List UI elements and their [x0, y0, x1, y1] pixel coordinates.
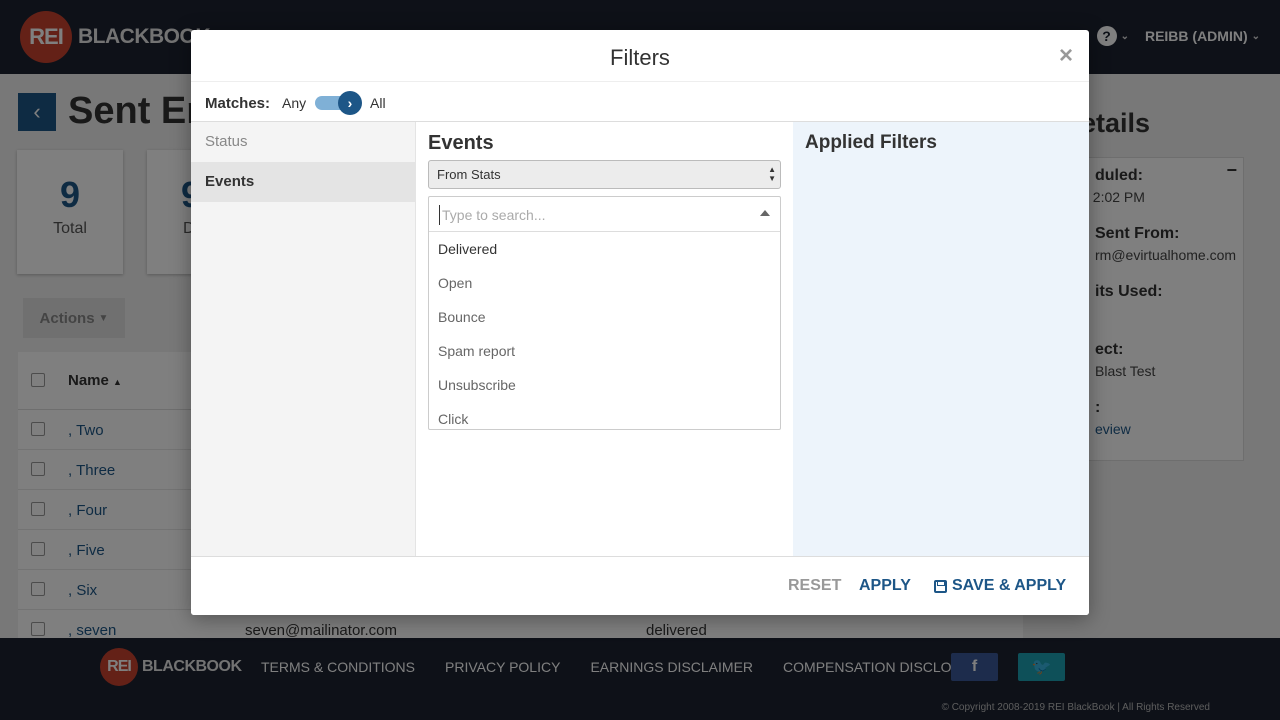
floppy-disk-icon	[934, 579, 947, 593]
select-value: From Stats	[437, 167, 501, 182]
close-icon[interactable]: ×	[1059, 42, 1073, 70]
combobox-search	[429, 197, 780, 232]
chevron-right-icon[interactable]: ›	[338, 91, 362, 115]
events-panel: Events From Stats ▲▼ Delivered Open Boun…	[416, 122, 793, 556]
apply-button[interactable]: APPLY	[859, 577, 911, 595]
option-bounce[interactable]: Bounce	[429, 300, 780, 334]
save-and-apply-label: SAVE & APPLY	[952, 577, 1067, 594]
option-open[interactable]: Open	[429, 266, 780, 300]
events-title: Events	[428, 132, 494, 154]
filter-category-list: Status Events	[191, 122, 416, 556]
option-spam-report[interactable]: Spam report	[429, 334, 780, 368]
filters-modal: Filters × Matches: Any › All Status Even…	[191, 30, 1089, 615]
match-all-label[interactable]: All	[370, 95, 386, 111]
event-source-select[interactable]: From Stats ▲ ▼	[428, 160, 781, 189]
event-search-input[interactable]	[439, 205, 739, 225]
caret-up-icon[interactable]	[760, 210, 770, 216]
category-events[interactable]: Events	[191, 162, 415, 202]
option-delivered[interactable]: Delivered	[429, 232, 780, 266]
modal-footer: RESET APPLY SAVE & APPLY	[191, 556, 1089, 615]
applied-filters-panel: Applied Filters	[793, 122, 1089, 556]
matches-label: Matches:	[205, 95, 271, 112]
option-unsubscribe[interactable]: Unsubscribe	[429, 368, 780, 402]
applied-filters-title: Applied Filters	[805, 132, 937, 153]
matches-bar: Matches: Any › All	[191, 82, 1089, 122]
reset-button[interactable]: RESET	[788, 577, 841, 595]
category-status[interactable]: Status	[191, 122, 415, 162]
event-options: Delivered Open Bounce Spam report Unsubs…	[429, 232, 780, 429]
option-click[interactable]: Click	[429, 402, 780, 429]
save-and-apply-button[interactable]: SAVE & APPLY	[934, 577, 1066, 595]
modal-title: Filters	[610, 45, 670, 70]
event-combobox: Delivered Open Bounce Spam report Unsubs…	[428, 196, 781, 430]
match-any-label[interactable]: Any	[282, 95, 306, 111]
select-arrows-icon: ▲ ▼	[768, 165, 776, 183]
